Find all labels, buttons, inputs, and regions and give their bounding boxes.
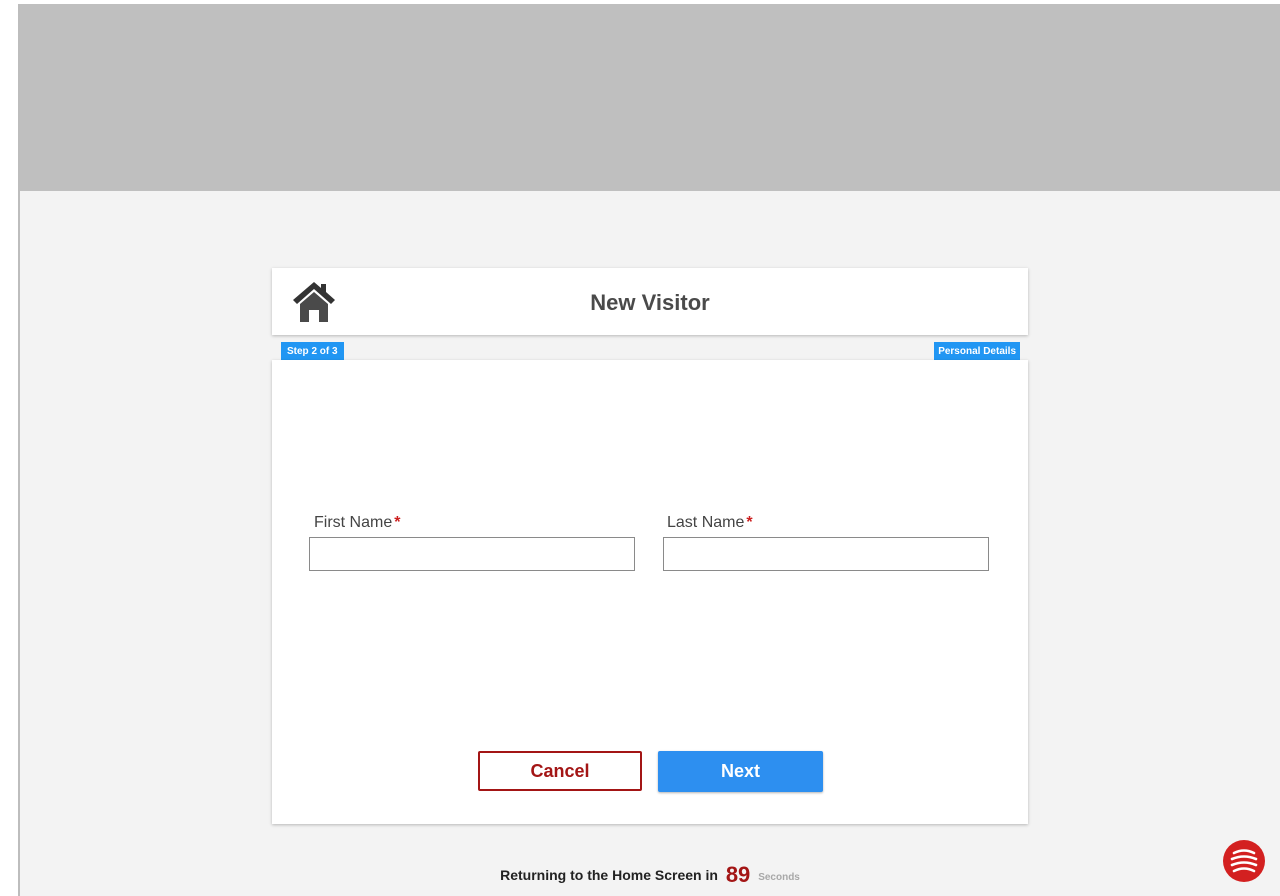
required-marker: * bbox=[746, 514, 753, 531]
top-banner bbox=[20, 4, 1280, 191]
home-icon bbox=[293, 282, 335, 322]
brand-logo-icon bbox=[1222, 839, 1266, 883]
last-name-label: Last Name * bbox=[667, 514, 753, 532]
timeout-unit: Seconds bbox=[758, 872, 800, 883]
next-button[interactable]: Next bbox=[658, 751, 823, 792]
step-indicator: Step 2 of 3 bbox=[281, 342, 344, 360]
timeout-message: Returning to the Home Screen in 89 Secon… bbox=[0, 862, 1280, 888]
timeout-prefix: Returning to the Home Screen in bbox=[500, 867, 718, 883]
last-name-input[interactable] bbox=[663, 537, 989, 571]
timeout-countdown: 89 bbox=[725, 862, 751, 887]
left-edge bbox=[0, 0, 18, 896]
cancel-button[interactable]: Cancel bbox=[478, 751, 642, 791]
form-card: First Name * Last Name * Cancel Next bbox=[272, 360, 1028, 824]
first-name-label-text: First Name bbox=[314, 514, 393, 531]
first-name-input[interactable] bbox=[309, 537, 635, 571]
last-name-label-text: Last Name bbox=[667, 514, 745, 531]
required-marker: * bbox=[394, 514, 401, 531]
page-title: New Visitor bbox=[590, 290, 710, 315]
first-name-label: First Name * bbox=[314, 514, 400, 532]
section-badge: Personal Details bbox=[934, 342, 1020, 360]
header-card: New Visitor bbox=[272, 268, 1028, 335]
home-button[interactable] bbox=[290, 278, 338, 326]
